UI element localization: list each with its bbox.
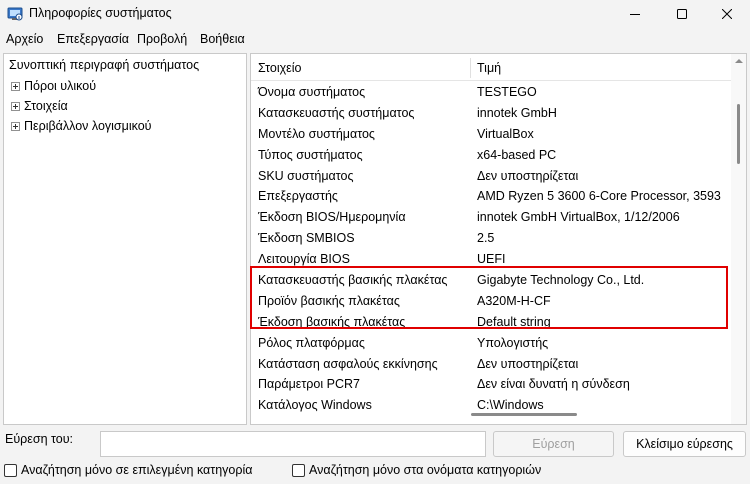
- row-value: innotek GmbH VirtualBox, 1/12/2006: [477, 210, 680, 225]
- scroll-up-arrow-icon[interactable]: [735, 59, 743, 63]
- row-value: Δεν είναι δυνατή η σύνδεση: [477, 377, 630, 392]
- close-find-button[interactable]: Κλείσιμο εύρεσης: [623, 431, 746, 457]
- maximize-icon: [677, 9, 687, 19]
- checkbox-category-names-row[interactable]: Αναζήτηση μόνο στα ονόματα κατηγοριών: [292, 463, 541, 477]
- find-button[interactable]: Εύρεση: [493, 431, 614, 457]
- tree-root-system-summary[interactable]: Συνοπτική περιγραφή συστήματος: [9, 58, 199, 72]
- checkbox-category-names[interactable]: [292, 463, 305, 477]
- table-row[interactable]: Όνομα συστήματος TESTEGO: [251, 82, 731, 103]
- row-item: Κατάλογος Windows: [258, 398, 372, 413]
- row-value: Δεν υποστηρίζεται: [477, 356, 579, 371]
- row-value: x64-based PC: [477, 147, 557, 162]
- expand-icon[interactable]: [11, 101, 20, 111]
- table-row[interactable]: Έκδοση SMBIOS 2.5: [251, 228, 731, 249]
- table-row[interactable]: SKU συστήματος Δεν υποστηρίζεται: [251, 166, 731, 187]
- row-item: Έκδοση SMBIOS: [258, 231, 355, 246]
- row-item: Λειτουργία BIOS: [258, 252, 350, 267]
- row-item: Έκδοση BIOS/Ημερομηνία: [258, 210, 406, 225]
- checkbox-selected-category-row[interactable]: Αναζήτηση μόνο σε επιλεγμένη κατηγορία: [4, 463, 252, 477]
- find-bar: Εύρεση του: Εύρεση Κλείσιμο εύρεσης Αναζ…: [0, 428, 750, 484]
- table-row[interactable]: Τύπος συστήματος x64-based PC: [251, 145, 731, 166]
- table-row[interactable]: Κατασκευαστής συστήματος innotek GmbH: [251, 103, 731, 124]
- tree-item-hardware-resources[interactable]: Πόροι υλικού: [11, 77, 96, 95]
- row-item: Κατασκευαστής συστήματος: [258, 105, 415, 120]
- row-value: C:\Windows: [477, 398, 544, 413]
- checkbox-label: Αναζήτηση μόνο στα ονόματα κατηγοριών: [309, 463, 542, 477]
- tree-item-software-environment[interactable]: Περιβάλλον λογισμικού: [11, 117, 152, 135]
- row-value: Δεν υποστηρίζεται: [477, 168, 579, 183]
- tree-item-label: Περιβάλλον λογισμικού: [24, 119, 152, 133]
- find-input[interactable]: [100, 431, 486, 457]
- row-item: SKU συστήματος: [258, 168, 354, 183]
- row-value: UEFI: [477, 252, 506, 267]
- minimize-button[interactable]: [612, 0, 658, 28]
- find-label: Εύρεση του:: [5, 432, 74, 446]
- checkbox-selected-category[interactable]: [4, 463, 17, 477]
- menu-file[interactable]: Αρχείο: [6, 32, 43, 46]
- row-value: Υπολογιστής: [477, 335, 549, 350]
- row-value: innotek GmbH: [477, 105, 557, 120]
- vertical-scroll-thumb[interactable]: [737, 104, 740, 164]
- row-item: Μοντέλο συστήματος: [258, 126, 375, 141]
- tree-item-label: Πόροι υλικού: [24, 79, 97, 93]
- expand-icon[interactable]: [11, 81, 20, 91]
- table-row[interactable]: Ρόλος πλατφόρμας Υπολογιστής: [251, 333, 731, 354]
- row-item: Ρόλος πλατφόρμας: [258, 335, 365, 350]
- row-value: TESTEGO: [477, 85, 537, 99]
- table-row[interactable]: Παράμετροι PCR7 Δεν είναι δυνατή η σύνδεσ…: [251, 374, 731, 395]
- row-item: Κατάσταση ασφαλούς εκκίνησης: [258, 356, 438, 371]
- row-value: VirtualBox: [477, 126, 534, 141]
- row-item: Όνομα συστήματος: [258, 85, 366, 99]
- tree-item-label: Στοιχεία: [24, 99, 68, 113]
- system-info-app-icon: [7, 7, 23, 21]
- menu-bar: Αρχείο Επεξεργασία Προβολή Βοήθεια: [0, 29, 750, 49]
- window-title: Πληροφορίες συστήματος: [29, 6, 172, 20]
- table-row[interactable]: Κατάσταση ασφαλούς εκκίνησης Δεν υποστηρί…: [251, 354, 731, 375]
- checkbox-label: Αναζήτηση μόνο σε επιλεγμένη κατηγορία: [21, 463, 253, 477]
- row-item: Επεξεργαστής: [258, 189, 338, 204]
- close-icon: [722, 9, 732, 19]
- expand-icon[interactable]: [11, 121, 20, 131]
- row-value: 2.5: [477, 231, 495, 246]
- table-row[interactable]: Επεξεργαστής AMD Ryzen 5 3600 6-Core Proc…: [251, 186, 731, 207]
- menu-help[interactable]: Βοήθεια: [200, 32, 245, 46]
- title-bar: Πληροφορίες συστήματος: [0, 0, 750, 28]
- row-item: Παράμετροι PCR7: [258, 377, 360, 392]
- row-value: AMD Ryzen 5 3600 6-Core Processor, 3593: [477, 189, 721, 204]
- maximize-button[interactable]: [659, 0, 705, 28]
- table-body: Όνομα συστήματος TESTEGO Κατασκευαστής συ…: [251, 82, 731, 416]
- tree-item-components[interactable]: Στοιχεία: [11, 97, 68, 115]
- minimize-icon: [630, 14, 640, 15]
- table-row[interactable]: Έκδοση BIOS/Ημερομηνία innotek GmbH Virtu…: [251, 207, 731, 228]
- column-separator[interactable]: [470, 58, 471, 78]
- column-header-value[interactable]: Τιμή: [477, 61, 501, 75]
- column-header: Στοιχείο Τιμή: [251, 54, 731, 81]
- highlight-box: [250, 266, 728, 329]
- table-row[interactable]: Μοντέλο συστήματος VirtualBox: [251, 124, 731, 145]
- menu-edit[interactable]: Επεξεργασία: [57, 32, 129, 46]
- row-item: Τύπος συστήματος: [258, 147, 363, 162]
- close-button[interactable]: [704, 0, 750, 28]
- category-tree[interactable]: Συνοπτική περιγραφή συστήματος Πόροι υλι…: [3, 53, 247, 425]
- menu-view[interactable]: Προβολή: [137, 32, 187, 46]
- horizontal-scroll-thumb[interactable]: [471, 413, 577, 416]
- details-list: Στοιχείο Τιμή Όνομα συστήματος TESTEGO Κα…: [250, 53, 747, 425]
- column-header-item[interactable]: Στοιχείο: [258, 61, 301, 75]
- vertical-scrollbar[interactable]: [731, 54, 746, 424]
